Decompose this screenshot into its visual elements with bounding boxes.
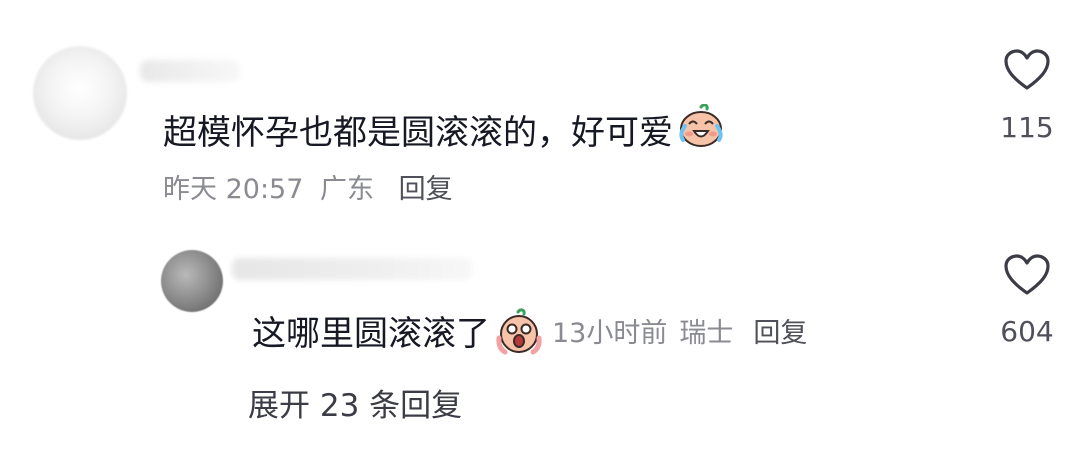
comment-text: 超模怀孕也都是圆滚滚的，好可爱 [163,113,673,153]
like-count: 604 [1000,315,1054,348]
comment-meta: 昨天 20:57 广东 回复 [163,170,453,210]
avatar[interactable] [161,250,223,312]
comment-time: 昨天 20:57 [163,174,304,205]
like-button[interactable] [1000,252,1054,302]
avatar[interactable] [33,46,127,140]
reply-text: 这哪里圆滚滚了 [252,314,490,354]
reply-button[interactable]: 回复 [399,174,453,205]
reply-time: 13小时前 [552,318,668,349]
reply-row: 这哪里圆滚滚了 13小时前 瑞士 回复 [252,308,807,360]
comment-body: 超模怀孕也都是圆滚滚的，好可爱 [163,103,725,162]
reply-location: 瑞士 [679,318,734,349]
expand-replies-button[interactable]: 展开 23 条回复 [248,384,462,428]
screaming-emoji-icon [496,308,542,360]
heart-outline-icon [1003,253,1051,301]
crying-laughing-emoji-icon [677,103,725,162]
like-count: 115 [1000,111,1054,144]
username-blurred[interactable] [140,60,240,82]
heart-outline-icon [1003,48,1051,96]
username-blurred[interactable] [232,258,472,280]
reply-button[interactable]: 回复 [753,314,807,354]
comment-location: 广东 [320,174,374,205]
like-button[interactable] [1000,47,1054,97]
